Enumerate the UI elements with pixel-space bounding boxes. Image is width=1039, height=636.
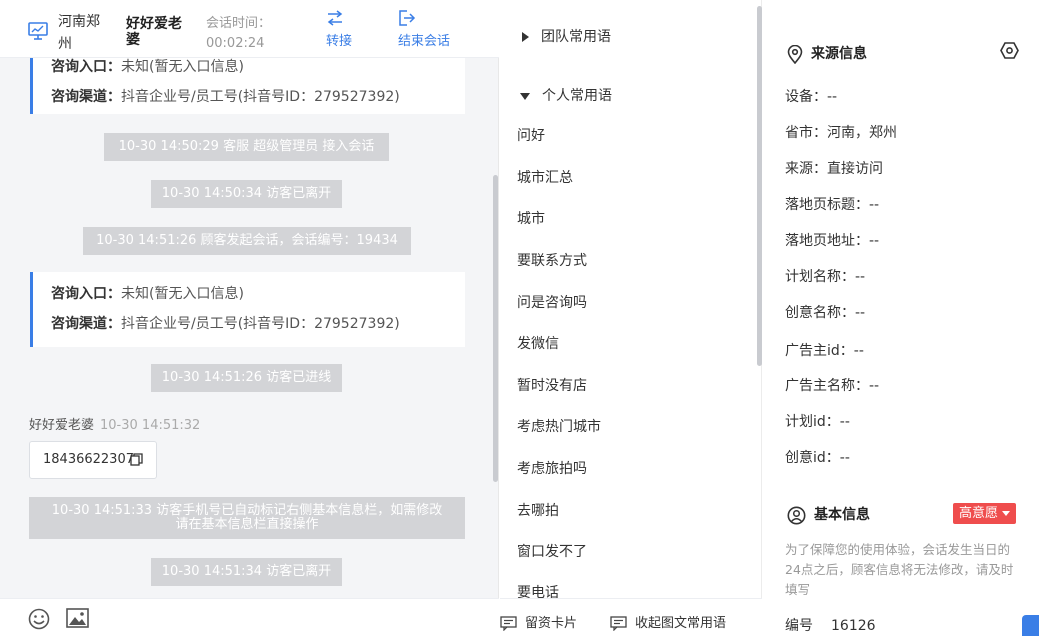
info-field-number: 编号 16126 bbox=[785, 618, 876, 634]
info-field-advertiser-id: 广告主id：-- bbox=[785, 343, 864, 359]
info-field-plan-id: 计划id：-- bbox=[785, 414, 850, 430]
message-timestamp: 10-30 14:51:32 bbox=[100, 418, 201, 433]
floating-action-button[interactable] bbox=[1022, 615, 1039, 636]
info-field-landing-title: 落地页标题：-- bbox=[785, 197, 880, 213]
system-message: 10-30 14:50:34 访客已离开 bbox=[151, 180, 342, 208]
info-field-device: 设备：-- bbox=[785, 89, 838, 105]
phrases-scrollbar[interactable] bbox=[757, 6, 762, 366]
system-message: 10-30 14:51:34 访客已离开 bbox=[151, 558, 342, 586]
sender-name: 好好爱老婆 bbox=[29, 418, 95, 433]
card-icon bbox=[500, 616, 517, 632]
transfer-label: 转接 bbox=[326, 34, 353, 49]
info-field-plan-name: 计划名称：-- bbox=[785, 269, 866, 285]
info-field-region: 省市：河南，郑州 bbox=[785, 125, 897, 141]
transfer-button[interactable]: 转接 bbox=[326, 10, 352, 49]
phrase-item[interactable]: 问好 bbox=[517, 125, 545, 145]
phone-number: 18436622307 bbox=[43, 452, 134, 467]
image-icon[interactable] bbox=[66, 608, 89, 628]
phrase-item[interactable]: 窗口发不了 bbox=[517, 541, 587, 561]
phrase-item[interactable]: 暂时没有店 bbox=[517, 375, 587, 395]
consult-channel-value: 抖音企业号/员工号(抖音号ID：279527392) bbox=[121, 89, 400, 105]
consult-info-card: 咨询入口：未知(暂无入口信息) 咨询渠道：抖音企业号/员工号(抖音号ID：279… bbox=[30, 272, 465, 347]
transfer-icon bbox=[327, 10, 343, 26]
basic-info-title: 基本信息 bbox=[787, 504, 870, 525]
phrase-item[interactable]: 城市 bbox=[517, 208, 545, 228]
message-icon bbox=[610, 616, 627, 632]
caret-down-icon bbox=[520, 92, 530, 100]
message-bubble[interactable]: 18436622307 bbox=[29, 441, 157, 479]
end-session-button[interactable]: 结束会话 bbox=[398, 10, 450, 49]
info-field-source: 来源：直接访问 bbox=[785, 161, 883, 177]
chat-workspace: 河南郑州 好好爱老婆 会话时间： 00:02:24 转接 结束会话 咨询入口：未… bbox=[0, 0, 1039, 636]
info-field-landing-url: 落地页地址：-- bbox=[785, 233, 880, 249]
source-info-title: 来源信息 bbox=[787, 43, 867, 64]
caret-right-icon bbox=[522, 32, 529, 42]
location-pin-icon bbox=[787, 44, 803, 64]
intent-level-dropdown[interactable]: 高意愿 bbox=[953, 503, 1017, 524]
consult-entry-value: 未知(暂无入口信息) bbox=[121, 59, 244, 75]
phrase-item[interactable]: 去哪拍 bbox=[517, 500, 559, 520]
lead-card-button[interactable]: 留资卡片 bbox=[500, 612, 577, 632]
copy-icon[interactable] bbox=[130, 453, 143, 466]
phrases-toolbar: 留资卡片 收起图文常用语 bbox=[500, 598, 762, 636]
session-time-label: 会话时间： bbox=[206, 16, 272, 31]
edit-notice: 为了保障您的使用体验，会话发生当日的24点之后，顾客信息将无法修改，请及时填写 bbox=[785, 542, 1014, 597]
session-time: 00:02:24 bbox=[206, 36, 265, 51]
chat-toolbar bbox=[0, 598, 499, 636]
system-message: 10-30 14:50:29 客服 超级管理员 接入会话 bbox=[104, 133, 389, 161]
phrase-item[interactable]: 要联系方式 bbox=[517, 250, 587, 270]
user-icon bbox=[787, 506, 806, 524]
phrase-item[interactable]: 考虑热门城市 bbox=[517, 416, 601, 436]
settings-icon[interactable] bbox=[1000, 41, 1019, 60]
chat-header: 河南郑州 好好爱老婆 会话时间： 00:02:24 转接 结束会话 bbox=[0, 0, 499, 58]
end-session-label: 结束会话 bbox=[398, 34, 451, 49]
phrase-group-team[interactable]: 团队常用语 bbox=[522, 26, 611, 46]
quick-phrases-panel: 团队常用语 个人常用语 问好 城市汇总 城市 要联系方式 问是咨询吗 发微信 暂… bbox=[500, 0, 762, 636]
phrase-item[interactable]: 考虑旅拍吗 bbox=[517, 458, 587, 478]
consult-channel-value: 抖音企业号/员工号(抖音号ID：279527392) bbox=[121, 316, 400, 332]
collapse-phrases-button[interactable]: 收起图文常用语 bbox=[610, 612, 726, 632]
visitor-info-panel: 来源信息 设备：-- 省市：河南，郑州 来源：直接访问 落地页标题：-- 落地页… bbox=[763, 0, 1039, 636]
chat-scrollbar[interactable] bbox=[493, 175, 498, 482]
exit-icon bbox=[399, 10, 416, 26]
visitor-location: 河南郑州 bbox=[58, 14, 100, 52]
info-field-creative-id: 创意id：-- bbox=[785, 450, 850, 466]
info-field-advertiser-name: 广告主名称：-- bbox=[785, 378, 880, 394]
chat-panel: 河南郑州 好好爱老婆 会话时间： 00:02:24 转接 结束会话 咨询入口：未… bbox=[0, 0, 499, 636]
phrase-item[interactable]: 发微信 bbox=[517, 333, 559, 353]
consult-info-card: 咨询入口：未知(暂无入口信息) 咨询渠道：抖音企业号/员工号(抖音号ID：279… bbox=[30, 58, 465, 114]
message-list[interactable]: 咨询入口：未知(暂无入口信息) 咨询渠道：抖音企业号/员工号(抖音号ID：279… bbox=[0, 58, 499, 598]
monitor-icon bbox=[28, 22, 48, 40]
system-message: 10-30 14:51:26 顾客发起会话，会话编号：19434 bbox=[83, 227, 411, 255]
system-message: 10-30 14:51:26 访客已进线 bbox=[151, 364, 342, 392]
message-sender: 好好爱老婆 10-30 14:51:32 bbox=[29, 414, 200, 433]
chevron-down-icon bbox=[1002, 511, 1011, 516]
phrase-item[interactable]: 问是咨询吗 bbox=[517, 292, 587, 312]
phrase-item[interactable]: 城市汇总 bbox=[517, 167, 573, 187]
visitor-name: 好好爱老婆 bbox=[126, 16, 182, 48]
system-message: 10-30 14:51:33 访客手机号已自动标记右侧基本信息栏，如需修改 请在… bbox=[29, 497, 465, 539]
info-field-creative-name: 创意名称：-- bbox=[785, 305, 866, 321]
phrase-group-personal[interactable]: 个人常用语 bbox=[520, 85, 612, 105]
emoji-icon[interactable] bbox=[28, 608, 50, 630]
consult-entry-value: 未知(暂无入口信息) bbox=[121, 286, 244, 302]
